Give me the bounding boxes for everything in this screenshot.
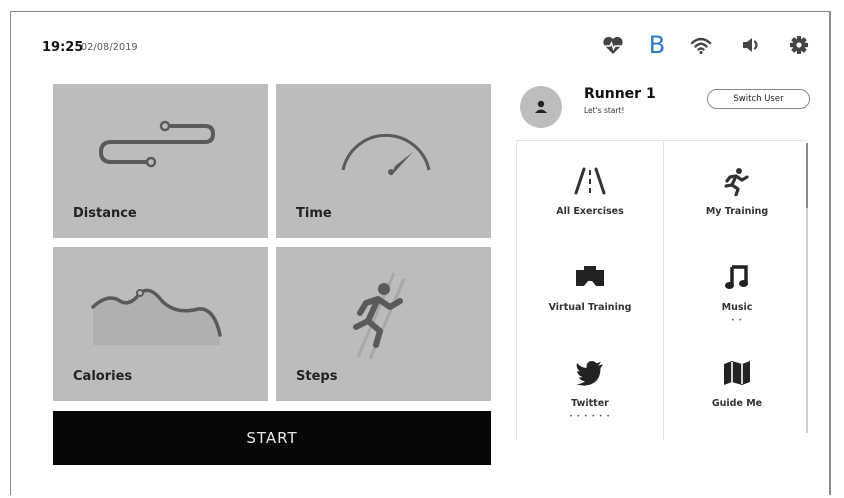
status-time: 19:25 — [42, 40, 84, 55]
volume-icon[interactable] — [738, 32, 764, 58]
menu-item-label: Virtual Training — [548, 302, 632, 313]
page-dots: • • — [731, 317, 743, 324]
map-icon — [664, 358, 810, 388]
path-icon — [98, 120, 216, 168]
distance-label: Distance — [73, 206, 137, 221]
heart-rate-icon[interactable] — [600, 32, 626, 58]
menu-item-guide-me[interactable]: Guide Me — [664, 340, 810, 436]
menu-item-all-exercises[interactable]: All Exercises — [517, 148, 663, 244]
user-icon — [535, 100, 547, 113]
music-note-icon — [664, 262, 810, 292]
menu-item-label: All Exercises — [556, 206, 624, 217]
bluetooth-icon[interactable]: B — [644, 31, 670, 59]
wifi-icon[interactable] — [688, 32, 714, 58]
steps-label: Steps — [296, 369, 338, 384]
runner-icon — [664, 166, 810, 196]
time-label: Time — [296, 206, 332, 221]
menu-item-label: My Training — [705, 206, 769, 217]
menu-item-label: Music — [721, 302, 753, 313]
gear-icon[interactable] — [786, 32, 812, 58]
menu-item-virtual-training[interactable]: Virtual Training — [517, 244, 663, 340]
steps-tile[interactable]: Steps — [276, 247, 491, 401]
user-name: Runner 1 — [584, 86, 656, 102]
bluetooth-glyph: B — [648, 31, 666, 59]
time-tile[interactable]: Time — [276, 84, 491, 238]
calories-label: Calories — [73, 369, 133, 384]
vr-headset-icon — [517, 262, 663, 292]
menu-divider — [516, 140, 808, 141]
menu-item-my-training[interactable]: My Training — [664, 148, 810, 244]
calories-tile[interactable]: Calories — [53, 247, 268, 401]
chart-wave-icon — [91, 288, 222, 345]
user-subtitle: Let's start! — [584, 106, 625, 115]
switch-user-button[interactable]: Switch User — [707, 89, 810, 109]
speedometer-icon — [341, 133, 431, 176]
menu-item-music[interactable]: Music • • — [664, 244, 810, 340]
menu-item-twitter[interactable]: Twitter • • • • • • — [517, 340, 663, 436]
status-date: 02/08/2019 — [81, 42, 138, 53]
distance-tile[interactable]: Distance — [53, 84, 268, 238]
road-icon — [517, 166, 663, 196]
page-dots: • • • • • • — [569, 413, 611, 420]
runner-icon — [353, 272, 406, 360]
avatar — [520, 86, 562, 128]
menu-item-label: Guide Me — [711, 398, 763, 409]
twitter-icon — [517, 358, 663, 388]
menu-item-label: Twitter — [571, 398, 609, 409]
start-button[interactable]: START — [53, 411, 491, 465]
